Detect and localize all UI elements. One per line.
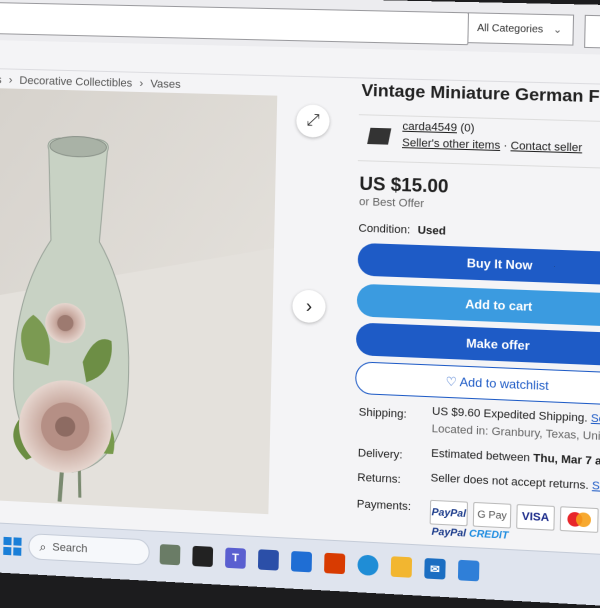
delivery-label: Delivery:: [358, 447, 403, 461]
taskbar-search-placeholder: Search: [52, 541, 87, 555]
shipping-value: US $9.60 Expedited Shipping.: [432, 406, 588, 425]
breadcrumb-item[interactable]: Decorative Collectibles: [19, 75, 132, 90]
delivery-dates: Thu, Mar 7 and I: [533, 452, 600, 469]
paypal-credit-logo: PayPal CREDIT: [431, 527, 508, 542]
paypal-credit-suffix: CREDIT: [469, 528, 509, 541]
returns-value: Seller does not accept returns.: [430, 472, 588, 492]
delivery-prefix: Estimated between: [431, 448, 530, 465]
returns-details-link[interactable]: See: [592, 480, 600, 493]
windows-start-icon[interactable]: [2, 536, 22, 557]
item-title: Vintage Miniature German Floral V: [361, 81, 600, 109]
delivery-value-line: Estimated between Thu, Mar 7 and I: [431, 448, 600, 469]
search-icon: ⌕: [39, 539, 46, 554]
office-icon[interactable]: [324, 553, 345, 574]
shipping-label: Shipping:: [359, 406, 407, 420]
seller-links: Seller's other items · Contact seller: [402, 137, 582, 155]
seller-store-icon: [367, 128, 391, 145]
buy-it-now-button[interactable]: Buy It Now: [357, 243, 600, 286]
teams-icon[interactable]: T: [225, 548, 246, 569]
search-button[interactable]: [584, 15, 600, 50]
taskbar: ⌕ Search T ✉: [0, 522, 600, 608]
item-location: Located in: Granbury, Texas, United: [432, 423, 600, 444]
mastercard-icon: [560, 506, 599, 533]
breadcrumb-item[interactable]: s: [0, 74, 2, 86]
browser-screen: All Categories ⌄ s › Decorative Collecti…: [0, 0, 600, 608]
product-image[interactable]: [0, 88, 277, 514]
category-select[interactable]: All Categories ⌄: [467, 12, 574, 45]
seller-feedback: (0): [460, 122, 474, 135]
make-offer-button[interactable]: Make offer: [356, 323, 600, 367]
search-input[interactable]: [0, 2, 469, 46]
landscape-widget-icon[interactable]: [160, 544, 181, 565]
seller-link-separator: ·: [503, 140, 507, 152]
seller-info: carda4549 (0) Seller's other items · Con…: [358, 114, 600, 170]
payments-label: Payments:: [357, 498, 412, 513]
mcafee-icon[interactable]: [458, 560, 480, 582]
taskbar-search[interactable]: ⌕ Search: [28, 533, 150, 566]
mastercard-circle-orange: [576, 512, 591, 527]
best-offer-note: or Best Offer: [359, 196, 424, 210]
widgets-icon[interactable]: [258, 549, 279, 570]
seller-name-line: carda4549 (0): [402, 120, 474, 134]
seller-name-link[interactable]: carda4549: [402, 120, 457, 134]
add-to-cart-button[interactable]: Add to cart: [357, 284, 600, 328]
visa-icon: VISA: [516, 504, 555, 531]
breadcrumb-separator-icon: ›: [9, 75, 13, 87]
add-to-watchlist-button[interactable]: ♡ Add to watchlist: [355, 361, 600, 406]
task-view-icon[interactable]: [192, 546, 213, 567]
breadcrumb-separator-icon: ›: [139, 78, 143, 90]
file-explorer-icon[interactable]: [391, 556, 412, 578]
paypal-credit-prefix: PayPal: [431, 527, 466, 540]
condition-label: Condition:: [358, 222, 410, 236]
shipping-details-link[interactable]: See c: [591, 412, 600, 426]
returns-value-line: Seller does not accept returns. See: [430, 472, 600, 493]
paypal-icon: PayPal: [430, 500, 468, 527]
store-icon[interactable]: [291, 551, 312, 572]
chevron-down-icon: ⌄: [553, 24, 562, 36]
item-price: US $15.00: [359, 173, 449, 197]
edge-browser-icon[interactable]: [357, 554, 378, 576]
contact-seller-link[interactable]: Contact seller: [510, 140, 582, 154]
vase-photo: [0, 88, 277, 514]
condition-line: Condition: Used: [358, 222, 446, 237]
seller-other-items-link[interactable]: Seller's other items: [402, 137, 500, 152]
breadcrumb-item[interactable]: Vases: [150, 78, 181, 91]
returns-label: Returns:: [357, 472, 401, 486]
condition-value: Used: [418, 224, 447, 237]
google-pay-icon: G Pay: [473, 502, 512, 529]
category-select-label: All Categories: [477, 22, 543, 35]
